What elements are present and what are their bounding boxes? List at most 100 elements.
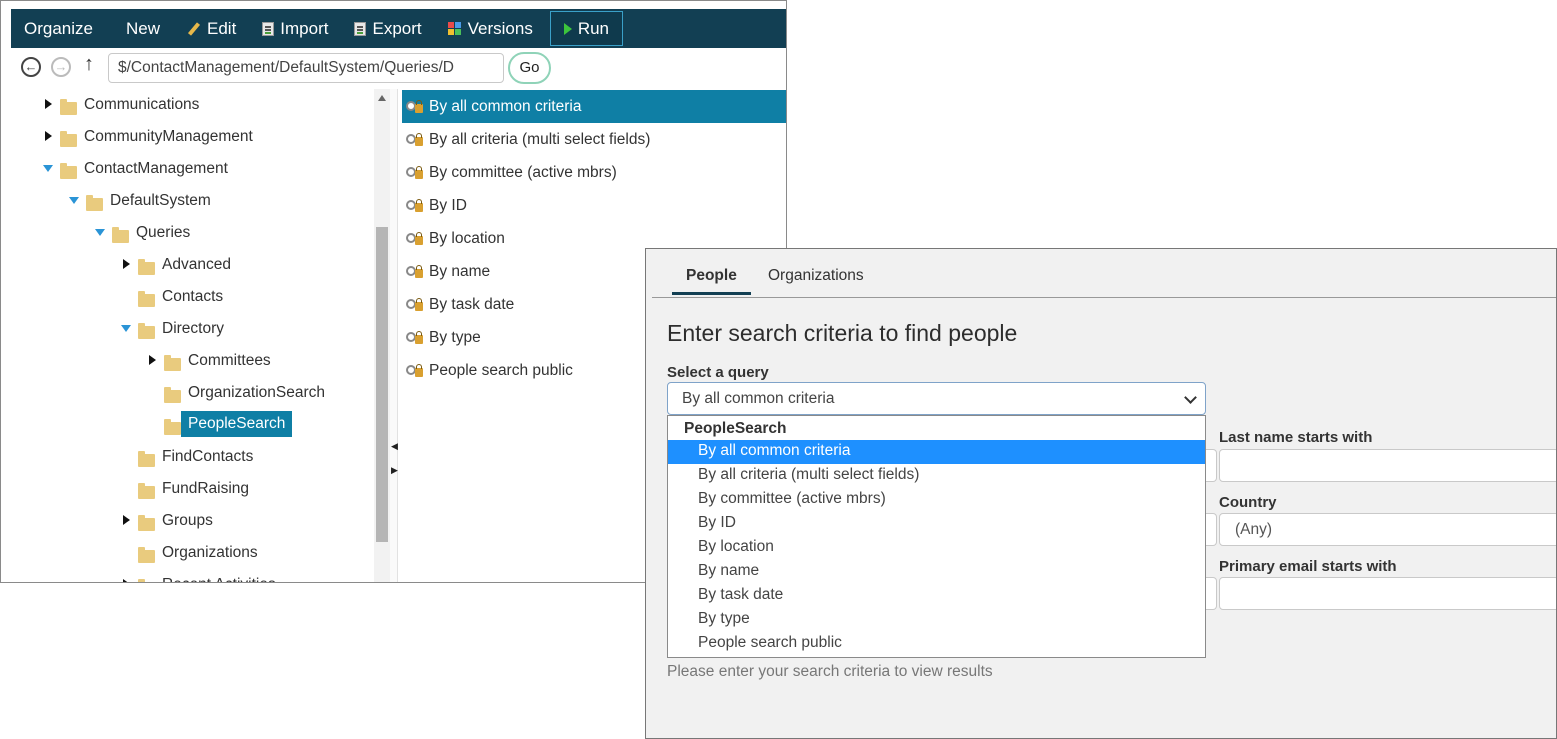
pane-splitter[interactable]: ◀ ▶ — [390, 89, 398, 582]
tree-item-label: DefaultSystem — [110, 192, 211, 209]
tree-item-label: OrganizationSearch — [188, 384, 325, 401]
scroll-up-icon[interactable] — [378, 95, 386, 101]
new-label: New — [125, 18, 160, 38]
caret-right-icon[interactable] — [123, 579, 130, 582]
run-button[interactable]: Run — [549, 11, 624, 46]
tab-organizations[interactable]: Organizations — [754, 261, 878, 295]
dropdown-option[interactable]: By all criteria (multi select fields) — [668, 464, 1205, 488]
tree-item[interactable]: CommunityManagement — [11, 125, 374, 151]
tree-item[interactable]: Contacts — [11, 285, 374, 311]
caret-right-icon[interactable] — [123, 515, 130, 525]
caret-right-icon[interactable] — [149, 355, 156, 365]
organize-menu[interactable]: Organize — [11, 11, 106, 46]
go-button[interactable]: Go — [508, 52, 551, 84]
import-button[interactable]: Import — [249, 11, 341, 46]
dropdown-option[interactable]: By ID — [668, 512, 1205, 536]
query-list-label: By task date — [429, 295, 515, 313]
query-list-label: People search public — [429, 361, 573, 379]
tree-item-label: Queries — [136, 224, 191, 241]
last-name-input[interactable] — [1219, 449, 1556, 482]
caret-down-icon[interactable] — [95, 229, 105, 236]
tree-item-label: CommunityManagement — [84, 128, 253, 145]
secure-query-icon — [406, 165, 426, 181]
tree-item[interactable]: Advanced — [11, 253, 374, 279]
tree-item[interactable]: FindContacts — [11, 445, 374, 471]
tree-item-label: Organizations — [162, 544, 258, 561]
caret-down-icon[interactable] — [43, 165, 53, 172]
query-list-label: By location — [429, 229, 505, 247]
query-list-item[interactable]: By all criteria (multi select fields) — [402, 123, 786, 156]
tree-item[interactable]: FundRaising — [11, 477, 374, 503]
secure-query-icon — [406, 264, 426, 280]
dropdown-option[interactable]: By type — [668, 608, 1205, 632]
country-select[interactable]: (Any) — [1219, 513, 1556, 546]
caret-down-icon[interactable] — [69, 197, 79, 204]
dropdown-option[interactable]: People search public — [668, 632, 1205, 656]
query-list-item[interactable]: By all common criteria — [402, 90, 786, 123]
play-icon — [563, 22, 572, 35]
tree-item[interactable]: OrganizationSearch — [11, 381, 374, 407]
tree-item-label: Recent Activities — [162, 576, 276, 582]
edit-button[interactable]: Edit — [173, 11, 249, 46]
tree-item-label: PeopleSearch — [181, 411, 293, 437]
new-menu[interactable]: New — [106, 11, 173, 46]
export-button[interactable]: Export — [341, 11, 434, 46]
folder-icon — [60, 99, 77, 115]
collapse-left-icon[interactable]: ◀ — [391, 441, 398, 452]
dropdown-option[interactable]: By name — [668, 560, 1205, 584]
tree-item[interactable]: DefaultSystem — [11, 189, 374, 215]
caret-right-icon[interactable] — [45, 99, 52, 109]
query-dropdown-list: PeopleSearch By all common criteria By al… — [667, 415, 1206, 658]
tree-item[interactable]: ContactManagement — [11, 157, 374, 183]
secure-query-icon — [406, 99, 426, 115]
tree-item[interactable]: Groups — [11, 509, 374, 535]
people-search-panel: People Organizations Enter search criter… — [645, 248, 1557, 739]
scrollbar-thumb[interactable] — [376, 227, 388, 542]
caret-right-icon[interactable] — [45, 131, 52, 141]
tree-item[interactable]: Recent Activities — [11, 573, 374, 582]
folder-icon — [112, 227, 129, 243]
run-label: Run — [577, 18, 610, 38]
query-select[interactable]: By all common criteria — [667, 382, 1206, 415]
tree-scrollbar[interactable] — [374, 89, 390, 582]
email-input[interactable] — [1219, 577, 1556, 610]
secure-query-icon — [406, 363, 426, 379]
tree-item-label: Communications — [84, 96, 200, 113]
forward-icon[interactable]: → — [51, 57, 71, 77]
tree-item[interactable]: Communications — [11, 93, 374, 119]
dropdown-option[interactable]: By committee (active mbrs) — [668, 488, 1205, 512]
tree-item-label: Groups — [162, 512, 213, 529]
tree-item[interactable]: Committees — [11, 349, 374, 375]
dropdown-option[interactable]: By location — [668, 536, 1205, 560]
expand-right-icon[interactable]: ▶ — [391, 465, 398, 476]
folder-icon — [138, 259, 155, 275]
tree-item-label: FindContacts — [162, 448, 254, 465]
caret-down-icon[interactable] — [121, 325, 131, 332]
path-input[interactable]: $/ContactManagement/DefaultSystem/Querie… — [108, 53, 504, 83]
caret-right-icon[interactable] — [123, 259, 130, 269]
folder-icon — [60, 131, 77, 147]
folder-icon — [138, 579, 145, 582]
tree-item[interactable]: Queries — [11, 221, 374, 247]
organize-label: Organize — [24, 18, 93, 38]
query-list-item[interactable]: By committee (active mbrs) — [402, 156, 786, 189]
dropdown-option[interactable]: By all common criteria — [668, 440, 1205, 464]
secure-query-icon — [406, 198, 426, 214]
query-list-label: By committee (active mbrs) — [429, 163, 617, 181]
email-label: Primary email starts with — [1219, 558, 1397, 575]
tree-item[interactable]: Organizations — [11, 541, 374, 567]
versions-button[interactable]: Versions — [435, 11, 546, 46]
query-list-label: By all criteria (multi select fields) — [429, 130, 651, 148]
up-arrow-icon[interactable]: ↑ — [84, 53, 94, 76]
secure-query-icon — [406, 132, 426, 148]
tree-item[interactable]: Directory — [11, 317, 374, 343]
secure-query-icon — [406, 330, 426, 346]
export-icon — [354, 21, 367, 36]
import-label: Import — [280, 18, 329, 38]
tab-people[interactable]: People — [672, 261, 751, 295]
results-hint: Please enter your search criteria to vie… — [667, 663, 993, 680]
back-icon[interactable]: ← — [21, 57, 41, 77]
query-list-item[interactable]: By ID — [402, 189, 786, 222]
dropdown-option[interactable]: By task date — [668, 584, 1205, 608]
tree-item[interactable]: PeopleSearch — [11, 411, 374, 439]
